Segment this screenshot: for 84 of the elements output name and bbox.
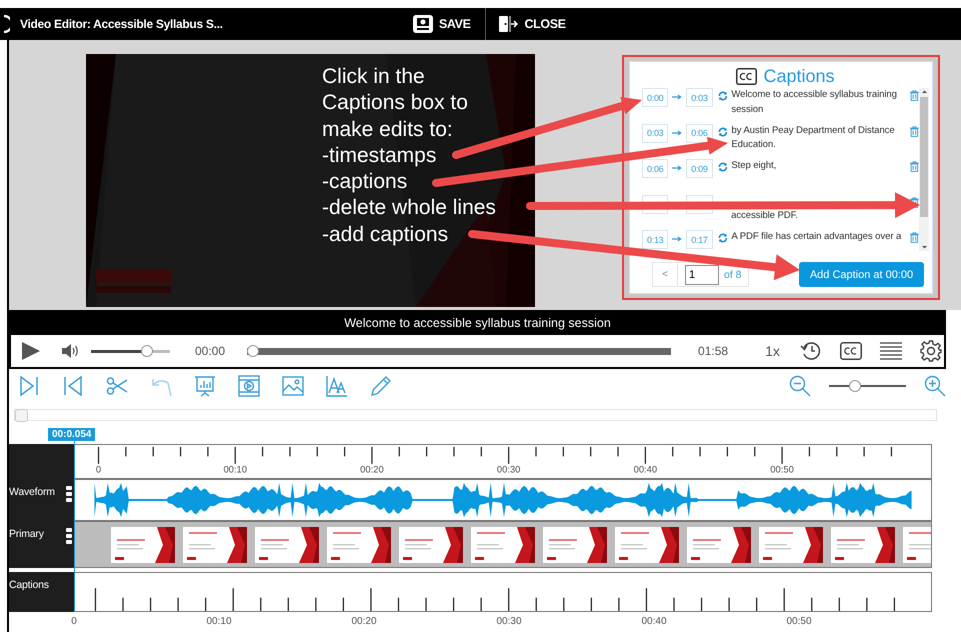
panel-title: Captions bbox=[763, 66, 835, 87]
history-icon[interactable] bbox=[800, 340, 822, 362]
refresh-icon[interactable] bbox=[718, 162, 728, 172]
scrollbar-thumb[interactable] bbox=[15, 409, 28, 422]
current-time: 00:00 bbox=[195, 344, 226, 358]
refresh-icon[interactable] bbox=[718, 126, 728, 136]
ruler-label: 00:20 bbox=[351, 616, 377, 627]
closed-captions-icon[interactable] bbox=[840, 342, 862, 360]
ruler-label: 00:40 bbox=[634, 463, 658, 474]
list-icon[interactable] bbox=[880, 341, 902, 361]
playhead-time[interactable]: 00:0.054 bbox=[48, 428, 96, 441]
video-clip-icon[interactable] bbox=[238, 375, 260, 397]
timeline-scrollbar[interactable] bbox=[14, 409, 937, 421]
track-label: Waveform bbox=[9, 486, 55, 498]
start-time-field[interactable]: 0:06 bbox=[642, 159, 668, 178]
page-field[interactable]: 1 bbox=[685, 264, 719, 284]
scissors-icon[interactable] bbox=[106, 375, 128, 397]
playback-speed[interactable]: 1x bbox=[765, 343, 780, 359]
arrow-icon bbox=[672, 165, 682, 171]
progress-slider[interactable] bbox=[247, 345, 672, 357]
ruler-label: 00:10 bbox=[223, 463, 247, 474]
caption-text[interactable]: A PDF file has certain advantages over a bbox=[731, 230, 908, 244]
end-time-field[interactable] bbox=[686, 194, 713, 214]
save-icon bbox=[413, 15, 433, 33]
ruler-label: 00:20 bbox=[360, 463, 384, 474]
image-icon[interactable] bbox=[282, 375, 304, 397]
refresh-icon[interactable] bbox=[718, 91, 728, 101]
add-caption-button[interactable]: Add Caption at 00:00 bbox=[799, 262, 924, 287]
speaker-icon[interactable] bbox=[61, 343, 80, 359]
pencil-icon[interactable] bbox=[370, 375, 392, 397]
slider-thumb[interactable] bbox=[849, 380, 862, 392]
track-menu-icon[interactable] bbox=[66, 486, 72, 502]
start-time-field[interactable]: 0:00 bbox=[642, 88, 668, 107]
window-title: Video Editor: Accessible Syllabus S... bbox=[20, 17, 224, 31]
zoom-in-icon[interactable] bbox=[924, 375, 946, 397]
end-time-field[interactable]: 0:03 bbox=[686, 88, 713, 107]
ruler-label: 0 bbox=[71, 616, 77, 627]
slider-thumb[interactable] bbox=[140, 345, 153, 357]
caption-text[interactable]: Welcome to accessible syllabus training session bbox=[731, 88, 908, 117]
app-icon bbox=[4, 15, 10, 33]
arrow-icon bbox=[672, 130, 682, 136]
page-total: of 8 bbox=[724, 268, 742, 280]
start-time-field[interactable] bbox=[642, 194, 668, 214]
caption-text[interactable]: by Austin Peay Department of Distance Education. bbox=[731, 124, 908, 152]
closed-captions-icon bbox=[736, 68, 758, 85]
trash-icon[interactable] bbox=[910, 161, 919, 172]
duration: 01:58 bbox=[698, 344, 728, 358]
ruler-label: 00:50 bbox=[786, 616, 812, 627]
font-icon[interactable] bbox=[326, 375, 348, 397]
arrow-icon bbox=[672, 236, 682, 242]
settings-icon[interactable] bbox=[920, 340, 942, 362]
end-time-field[interactable]: 0:17 bbox=[686, 230, 713, 249]
skip-to-end-icon[interactable] bbox=[18, 375, 40, 397]
ruler-label: 00:10 bbox=[206, 616, 232, 627]
skip-to-start-icon[interactable] bbox=[62, 375, 84, 397]
caption-text[interactable]: accessible PDF. bbox=[731, 209, 908, 224]
play-icon[interactable] bbox=[21, 341, 41, 361]
ruler-label: 0 bbox=[96, 463, 102, 474]
trash-icon[interactable] bbox=[910, 90, 919, 101]
track-label: Captions bbox=[9, 579, 49, 591]
zoom-out-icon[interactable] bbox=[789, 375, 811, 397]
close-button[interactable]: CLOSE bbox=[486, 8, 580, 40]
end-time-field[interactable]: 0:09 bbox=[686, 159, 713, 178]
ruler-label: 00:50 bbox=[770, 463, 794, 474]
ruler-label: 00:30 bbox=[496, 463, 520, 474]
trash-icon[interactable] bbox=[910, 232, 919, 243]
exit-door-icon bbox=[498, 15, 519, 33]
annotation-text: Click in the Captions box to make edits to: -timestamps -captions -delete whole lines -add captions bbox=[322, 64, 496, 248]
ruler-label: 00:30 bbox=[496, 616, 522, 627]
arrow-icon bbox=[672, 94, 682, 100]
start-time-field[interactable]: 0:03 bbox=[642, 124, 668, 142]
ruler-label: 00:40 bbox=[641, 616, 667, 627]
presentation-chart-icon[interactable] bbox=[194, 375, 216, 397]
scroll-down-icon[interactable] bbox=[920, 243, 928, 251]
track-menu-icon[interactable] bbox=[66, 528, 72, 544]
track-label: Primary bbox=[9, 528, 44, 540]
slider-thumb[interactable] bbox=[247, 345, 260, 357]
scrollbar-thumb[interactable] bbox=[920, 97, 928, 217]
caption-line: Welcome to accessible syllabus training session bbox=[344, 316, 611, 330]
scrollbar[interactable] bbox=[919, 88, 929, 251]
caption-text[interactable]: Step eight, bbox=[731, 159, 908, 174]
start-time-field[interactable]: 0:13 bbox=[642, 230, 668, 249]
trash-icon[interactable] bbox=[910, 126, 919, 136]
refresh-icon[interactable] bbox=[718, 233, 728, 243]
